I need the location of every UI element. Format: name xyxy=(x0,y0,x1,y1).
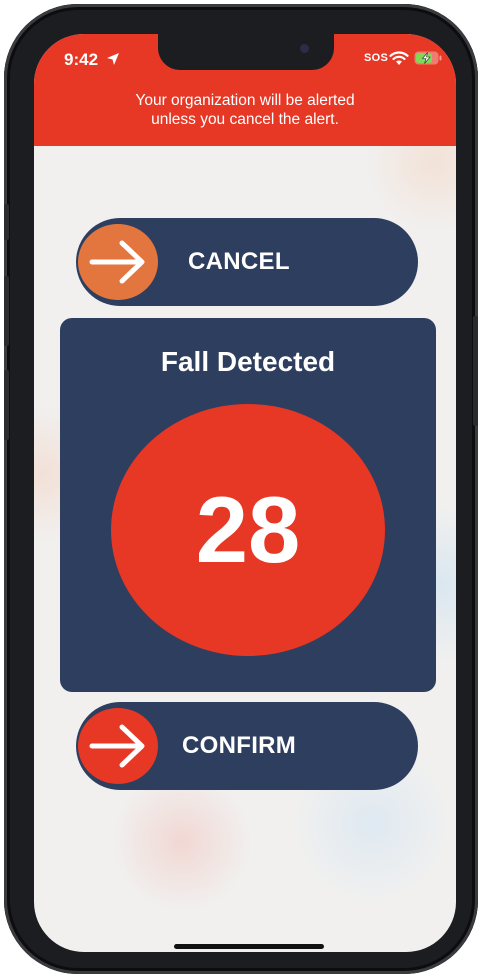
alert-header: 9:42 SOS Your organization will be alert… xyxy=(34,34,456,146)
home-indicator[interactable] xyxy=(174,944,324,949)
confirm-label: CONFIRM xyxy=(182,732,297,759)
sos-indicator: SOS xyxy=(364,52,389,64)
confirm-slider-knob[interactable] xyxy=(78,708,158,784)
alert-message-line-2: unless you cancel the alert. xyxy=(151,111,339,128)
countdown-number: 28 xyxy=(195,477,301,582)
card-title: Fall Detected xyxy=(160,346,336,377)
wifi-icon xyxy=(389,51,409,65)
notch xyxy=(158,34,334,70)
status-time: 9:42 xyxy=(64,50,99,69)
phone-frame: 9:42 SOS Your organization will be alert… xyxy=(4,4,478,974)
arrow-right-icon xyxy=(89,240,145,284)
confirm-slider[interactable]: CONFIRM xyxy=(76,702,418,790)
front-camera xyxy=(300,44,309,53)
cancel-slider[interactable]: CANCEL xyxy=(76,218,418,306)
arrow-right-icon xyxy=(89,724,145,768)
countdown-circle: 28 xyxy=(111,404,385,656)
battery-charging-icon xyxy=(414,51,442,65)
power-button xyxy=(473,316,478,426)
status-bar: 9:42 SOS xyxy=(34,34,456,84)
volume-down-button xyxy=(4,370,9,440)
alert-message-line-1: Your organization will be alerted xyxy=(135,92,355,109)
fall-alert-card: Fall Detected 28 xyxy=(60,318,436,692)
alert-message: Your organization will be alerted unless… xyxy=(34,91,456,129)
cancel-slider-knob[interactable] xyxy=(78,224,158,300)
screen: 9:42 SOS Your organization will be alert… xyxy=(34,34,456,952)
location-arrow-icon xyxy=(107,53,119,65)
volume-up-button xyxy=(4,276,9,346)
cancel-label: CANCEL xyxy=(188,248,290,275)
mute-switch xyxy=(4,204,9,240)
